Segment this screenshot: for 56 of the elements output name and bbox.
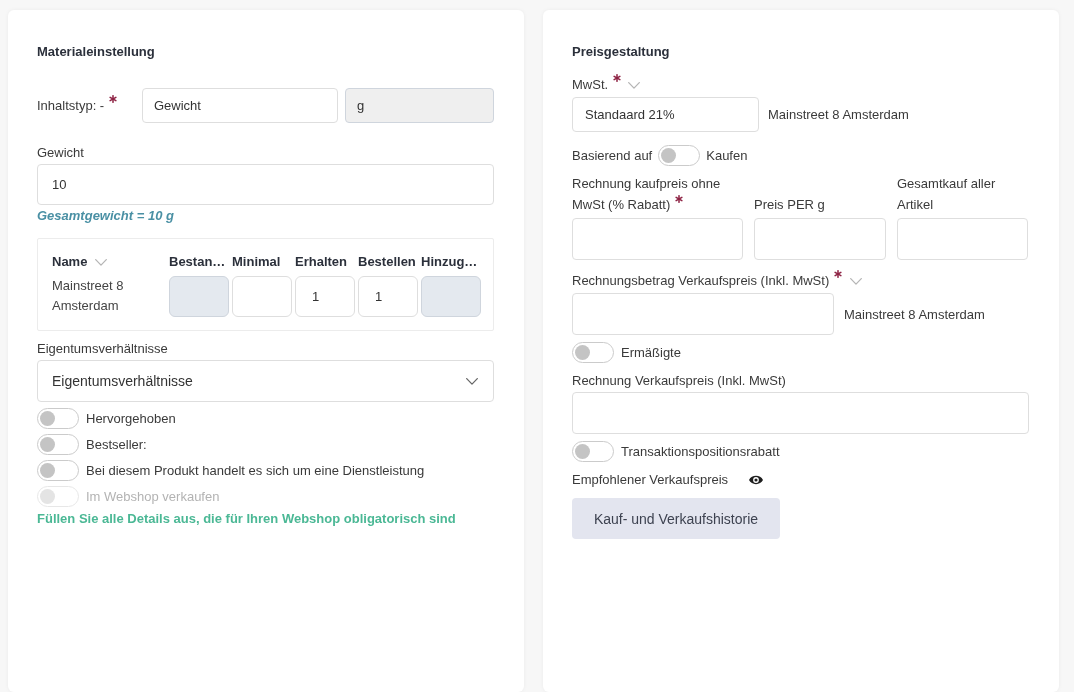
- column-header: Erhalten: [295, 254, 347, 270]
- price-field[interactable]: [754, 218, 886, 260]
- stock-field[interactable]: 1: [295, 276, 355, 317]
- toggle-switch[interactable]: [37, 460, 79, 481]
- column-header: Name: [52, 254, 88, 270]
- toggle-label: Hervorgehoben: [86, 410, 176, 427]
- chevron-down-icon[interactable]: [628, 81, 641, 89]
- toggle-switch[interactable]: [658, 145, 701, 166]
- field-label: Preis PER g: [754, 197, 825, 212]
- field-label: Rechnung Verkaufspreis (Inkl. MwSt): [572, 373, 786, 389]
- field-label: Eigentumsverhältnisse: [37, 341, 168, 357]
- toggle-label: Ermäßigte: [621, 344, 681, 361]
- location-text: Mainstreet 8 Amsterdam: [844, 306, 985, 322]
- stock-field[interactable]: [232, 276, 292, 317]
- field-label: Gesamtkauf aller Artikel: [897, 176, 996, 212]
- vat-field[interactable]: Standaard 21%: [572, 97, 759, 132]
- field-label: Rechnung kaufpreis ohne MwSt (% Rabatt): [572, 176, 721, 212]
- column-header: Hinzug…: [421, 254, 478, 270]
- field-label: Basierend auf: [572, 147, 653, 164]
- toggle-label: Kaufen: [706, 147, 748, 164]
- toggle-label: Transaktionspositionsrabatt: [621, 443, 780, 460]
- field-label: Rechnungsbetrag Verkaufspreis (Inkl. MwSt): [572, 273, 830, 289]
- price-field[interactable]: [897, 218, 1028, 260]
- eye-icon[interactable]: [749, 475, 764, 485]
- column-header: Bestan…: [169, 254, 226, 270]
- ownership-select[interactable]: Eigentumsverhältnisse: [37, 360, 494, 402]
- field-label: Gewicht: [37, 145, 84, 161]
- location-text: Mainstreet 8 Amsterdam: [768, 107, 909, 122]
- price-field[interactable]: [572, 392, 1029, 434]
- chevron-down-icon[interactable]: [850, 277, 863, 285]
- stock-field[interactable]: 1: [358, 276, 418, 317]
- chevron-down-icon: [466, 377, 478, 385]
- toggle-switch[interactable]: [572, 342, 614, 363]
- total-weight-text: Gesamtgewicht = 10 g: [37, 208, 175, 223]
- history-button[interactable]: Kauf- und Verkaufshistorie: [572, 498, 780, 539]
- column-header: Minimal: [232, 254, 281, 270]
- toggle-label: Bestseller:: [86, 436, 147, 453]
- column-header: Bestellen: [358, 254, 416, 270]
- toggle-switch[interactable]: [37, 434, 79, 455]
- price-field[interactable]: [572, 293, 834, 335]
- toggle-switch[interactable]: [572, 441, 614, 462]
- field-label: Empfohlener Verkaufspreis: [572, 472, 729, 488]
- toggle-switch[interactable]: [37, 408, 79, 429]
- toggle-label: Bei diesem Produkt handelt es sich um eine Dienstleistung: [86, 462, 425, 479]
- toggle-label: Im Webshop verkaufen: [86, 488, 220, 505]
- field-label: MwSt.: [572, 77, 609, 93]
- location-name: Mainstreet 8 Amsterdam: [52, 277, 125, 315]
- section-heading: Materialeinstellung: [37, 44, 156, 60]
- unit-field: g: [345, 88, 494, 123]
- section-heading: Preisgestaltung: [572, 44, 671, 60]
- price-field[interactable]: [572, 218, 743, 260]
- field-label: Inhaltstyp: -: [37, 97, 105, 114]
- weight-field[interactable]: 10: [37, 164, 494, 205]
- required-info-text: Füllen Sie alle Details aus, die für Ihren Webshop obligatorisch sind: [37, 511, 457, 527]
- chevron-down-icon[interactable]: [95, 258, 108, 266]
- content-type-field[interactable]: Gewicht: [142, 88, 338, 123]
